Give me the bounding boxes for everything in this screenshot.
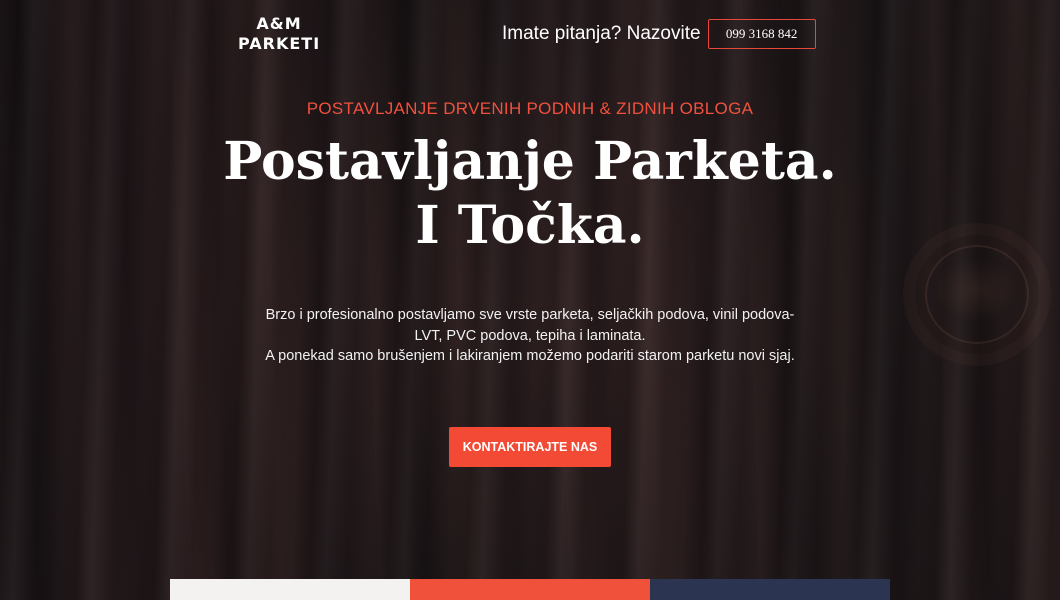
feature-card-dark[interactable] (650, 579, 890, 600)
description-line-2: LVT, PVC podova, tepiha i laminata. (414, 327, 646, 344)
header-contact: Imate pitanja? Nazovite 099 3168 842 (502, 19, 816, 49)
description-line-1: Brzo i profesionalno postavljamo sve vrs… (265, 307, 795, 323)
wood-knot (925, 245, 1029, 344)
logo-line-1: A&M (256, 14, 302, 33)
contact-us-button[interactable]: KONTAKTIRAJTE NAS (449, 427, 611, 467)
logo-line-2: PARKETI (238, 34, 321, 53)
phone-button[interactable]: 099 3168 842 (707, 19, 816, 49)
headline-line-2: I Točka. (415, 195, 645, 256)
headline-line-1: Postavljanje Parketa. (223, 131, 837, 192)
feature-card-light[interactable] (170, 579, 410, 600)
description-line-3: A ponekad samo brušenjem i lakiranjem mo… (265, 348, 795, 364)
hero-description: Brzo i profesionalno postavljamo sve vrs… (230, 305, 830, 367)
hero-background (0, 0, 1060, 600)
contact-question: Imate pitanja? Nazovite (502, 23, 701, 44)
hero-headline: Postavljanje Parketa. I Točka. (0, 130, 1060, 258)
site-logo[interactable]: A&M PARKETI (238, 14, 320, 54)
hero-kicker: POSTAVLJANJE DRVENIH PODNIH & ZIDNIH OBL… (306, 99, 754, 118)
feature-card-accent[interactable] (410, 579, 650, 600)
